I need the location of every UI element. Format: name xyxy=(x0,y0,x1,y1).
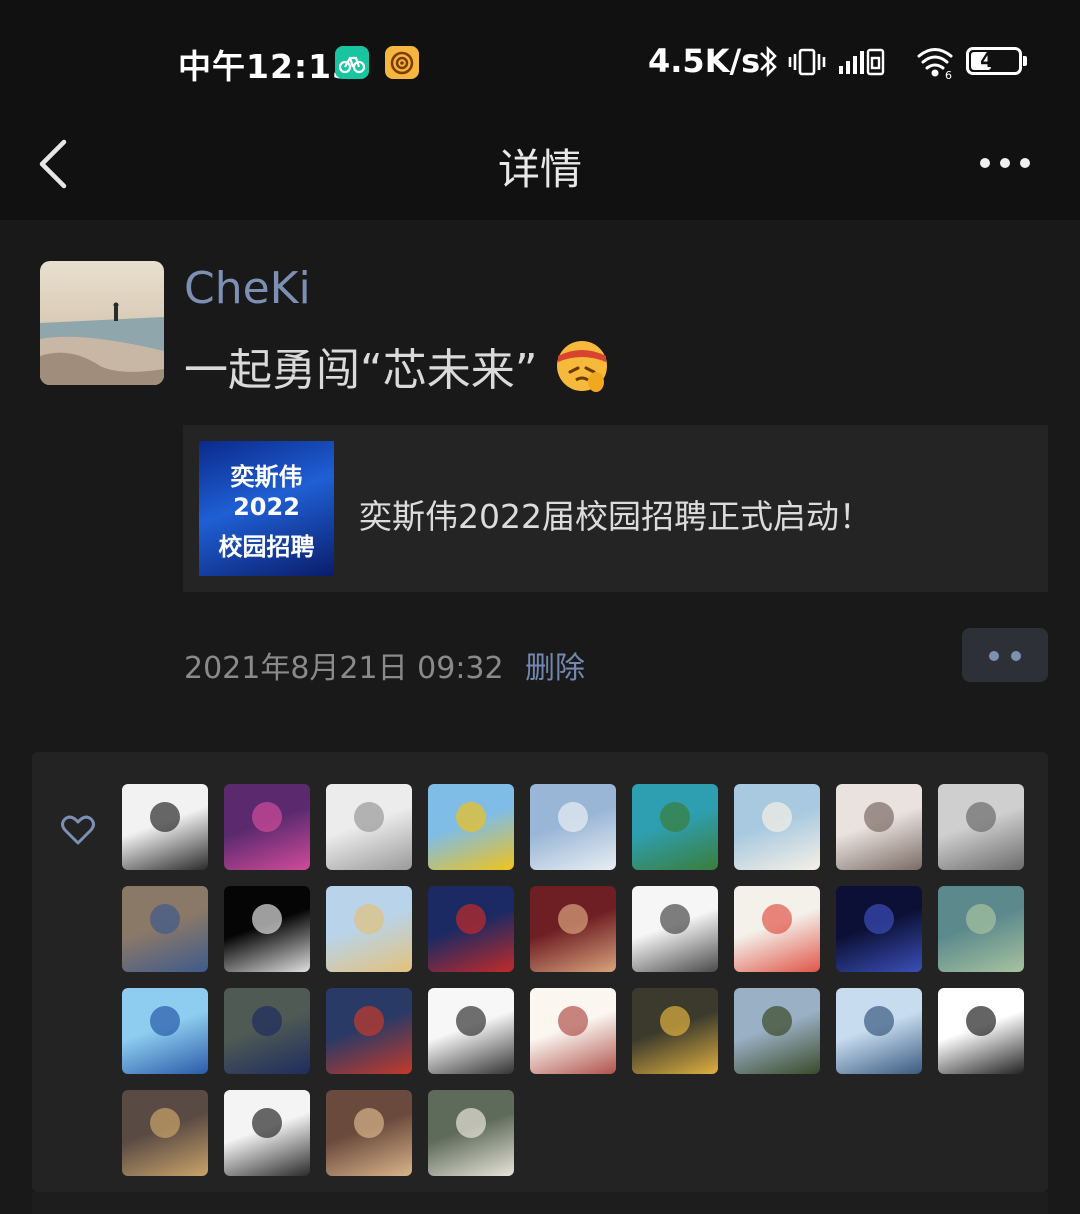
status-bar: 中午12:13 4.5K/s 6 44 xyxy=(0,0,1080,110)
face-with-headband-emoji-icon xyxy=(557,341,607,392)
bike-app-icon xyxy=(335,46,369,79)
shared-link-title: 奕斯伟2022届校园招聘正式启动！ xyxy=(359,497,872,536)
liker-avatar[interactable] xyxy=(530,784,616,870)
liker-avatar[interactable] xyxy=(326,886,412,972)
status-icons: 6 xyxy=(760,45,953,80)
status-time: 中午12:13 xyxy=(178,47,357,86)
heart-outline-icon xyxy=(61,815,95,845)
shared-link-card[interactable]: 奕斯伟 2022 校园招聘 奕斯伟2022届校园招聘正式启动！ xyxy=(183,425,1048,592)
comments-panel-edge xyxy=(32,1192,1048,1214)
liker-avatar[interactable] xyxy=(428,1090,514,1176)
liker-avatar[interactable] xyxy=(632,988,718,1074)
thumb-line-1: 奕斯伟 xyxy=(230,463,303,491)
liker-avatar[interactable] xyxy=(326,784,412,870)
signal-icon xyxy=(839,51,864,74)
vibrate-icon xyxy=(788,48,826,76)
liker-avatar[interactable] xyxy=(428,784,514,870)
liker-avatar[interactable] xyxy=(122,1090,208,1176)
liker-avatar[interactable] xyxy=(224,784,310,870)
liker-avatar[interactable] xyxy=(326,1090,412,1176)
post-timestamp: 2021年8月21日 09:32 xyxy=(184,651,504,686)
liker-avatar[interactable] xyxy=(632,784,718,870)
battery-level: 44 xyxy=(980,48,1008,72)
svg-text:6: 6 xyxy=(945,69,952,80)
liker-avatar[interactable] xyxy=(938,886,1024,972)
liker-avatar[interactable] xyxy=(632,886,718,972)
liker-avatar[interactable] xyxy=(530,988,616,1074)
nav-bar: 详情 xyxy=(0,110,1080,220)
liker-avatar[interactable] xyxy=(734,784,820,870)
liker-avatar[interactable] xyxy=(326,988,412,1074)
more-icon[interactable] xyxy=(975,148,1035,178)
liker-avatar[interactable] xyxy=(122,988,208,1074)
author-name[interactable]: CheKi xyxy=(184,263,311,314)
liker-avatar[interactable] xyxy=(530,886,616,972)
liker-avatar[interactable] xyxy=(224,886,310,972)
liker-avatar[interactable] xyxy=(224,1090,310,1176)
liker-avatar[interactable] xyxy=(122,886,208,972)
author-avatar[interactable] xyxy=(40,261,164,385)
post-text: 一起勇闯“芯未来” xyxy=(184,345,538,396)
thumb-line-3: 校园招聘 xyxy=(218,533,315,561)
shared-link-thumbnail: 奕斯伟 2022 校园招聘 xyxy=(199,441,334,576)
liker-avatar[interactable] xyxy=(836,988,922,1074)
liker-avatar[interactable] xyxy=(938,784,1024,870)
target-app-icon xyxy=(385,46,419,79)
liker-avatar[interactable] xyxy=(734,988,820,1074)
liker-avatar[interactable] xyxy=(428,886,514,972)
liker-avatar[interactable] xyxy=(836,886,922,972)
sim-icon xyxy=(866,48,885,76)
page-title: 详情 xyxy=(497,145,582,194)
thumb-line-2: 2022 xyxy=(233,493,300,521)
liker-avatar[interactable] xyxy=(224,988,310,1074)
network-speed: 4.5K/s xyxy=(648,42,761,80)
liker-avatar[interactable] xyxy=(836,784,922,870)
battery-icon: 44 xyxy=(966,47,1027,75)
comment-like-menu-button[interactable] xyxy=(962,628,1048,682)
liker-avatar[interactable] xyxy=(938,988,1024,1074)
liker-avatar[interactable] xyxy=(428,988,514,1074)
bluetooth-icon xyxy=(760,45,777,78)
liker-avatar[interactable] xyxy=(122,784,208,870)
delete-button[interactable]: 删除 xyxy=(525,643,585,687)
liker-avatar[interactable] xyxy=(734,886,820,972)
